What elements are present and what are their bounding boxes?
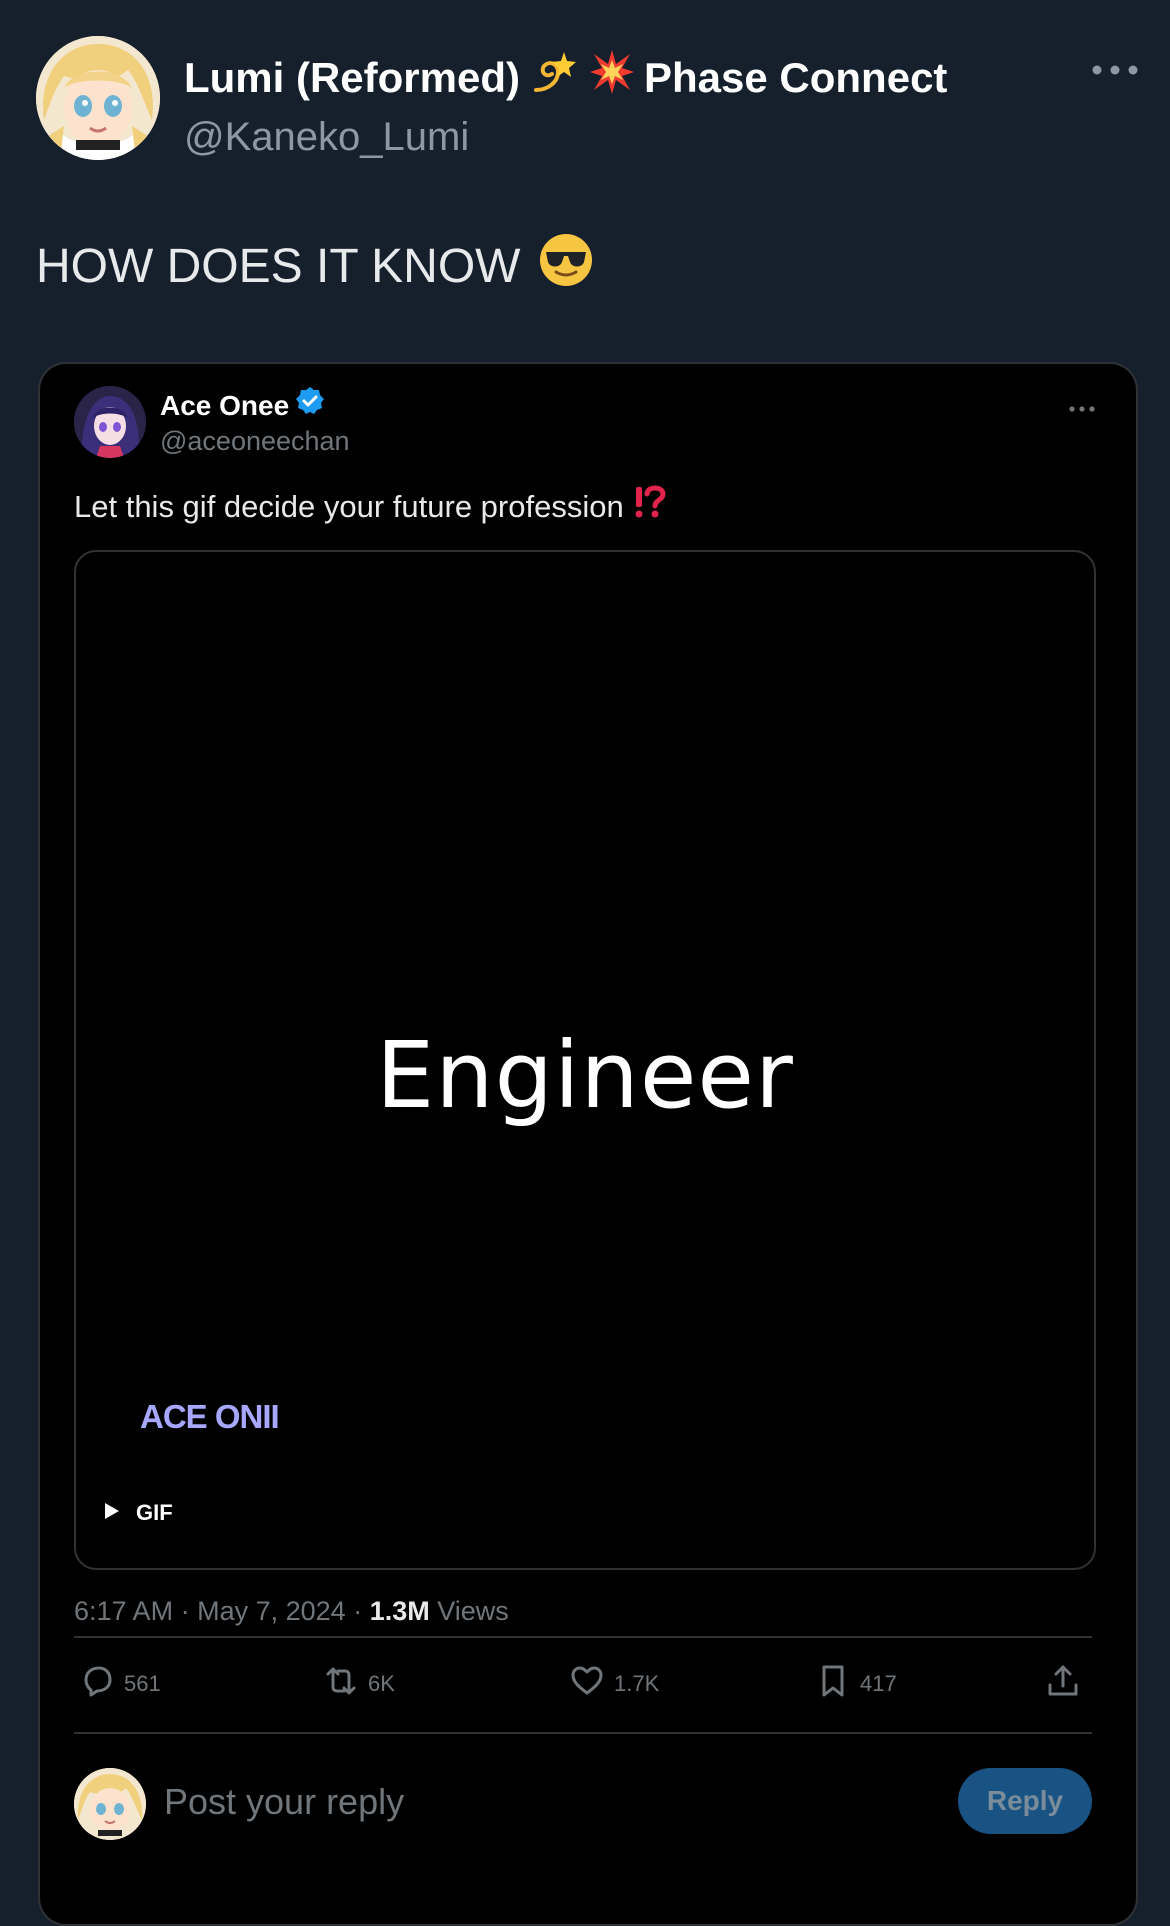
like-icon: [568, 1662, 606, 1706]
verified-badge-icon: [295, 386, 325, 425]
divider: [74, 1636, 1092, 1638]
like-count: 1.7K: [614, 1671, 660, 1696]
repost-count: 6K: [368, 1671, 395, 1696]
repost-action[interactable]: 6K: [322, 1646, 395, 1722]
divider: [74, 1732, 1092, 1734]
metadata-separator: ·: [180, 1596, 198, 1626]
dizzy-emoji: [528, 46, 580, 110]
reply-count: 561: [124, 1671, 161, 1696]
bookmark-action[interactable]: 417: [814, 1646, 897, 1722]
quoted-author-name-text: Ace Onee: [160, 389, 290, 421]
gif-media[interactable]: Engineer ACE ONII GIF: [74, 550, 1096, 1570]
repost-icon: [322, 1662, 360, 1706]
reply-composer: Post your reply Reply: [74, 1760, 1092, 1850]
gif-play-badge[interactable]: GIF: [104, 1500, 173, 1526]
author-display-name[interactable]: Lumi (Reformed) Phase Connect: [184, 46, 947, 110]
post-text: HOW DOES IT KNOW: [36, 232, 594, 300]
quoted-author-name[interactable]: Ace Onee: [160, 386, 325, 425]
display-name-suffix: Phase Connect: [644, 54, 948, 101]
views-count: 1.3M: [369, 1596, 430, 1626]
more-icon[interactable]: [1091, 58, 1139, 82]
author-avatar[interactable]: [36, 36, 160, 160]
exclamation-question-mark-emoji: [632, 484, 666, 530]
quoted-author-handle[interactable]: @aceoneechan: [160, 424, 350, 458]
share-icon: [1044, 1662, 1082, 1706]
gif-text: Engineer: [376, 1022, 794, 1129]
current-user-avatar[interactable]: [74, 1768, 146, 1840]
post-date[interactable]: May 7, 2024: [197, 1596, 346, 1626]
reply-button[interactable]: Reply: [958, 1768, 1092, 1834]
action-bar: 561 6K 1.7K 417: [74, 1646, 1092, 1722]
post-time[interactable]: 6:17 AM: [74, 1596, 173, 1626]
reply-action[interactable]: 561: [78, 1646, 161, 1722]
quoted-post-text-content: Let this gif decide your future professi…: [74, 489, 624, 524]
reply-icon: [78, 1662, 116, 1706]
metadata-separator: ·: [353, 1596, 370, 1626]
quoted-post-text: Let this gif decide your future professi…: [74, 484, 666, 530]
play-icon: [104, 1500, 120, 1526]
author-handle[interactable]: @Kaneko_Lumi: [184, 112, 947, 162]
post-text-content: HOW DOES IT KNOW: [36, 239, 521, 293]
display-name-text: Lumi (Reformed): [184, 54, 520, 101]
like-action[interactable]: 1.7K: [568, 1646, 659, 1722]
share-action[interactable]: [1044, 1646, 1082, 1722]
quoted-more-icon[interactable]: [1068, 402, 1096, 414]
collision-emoji: [588, 48, 636, 108]
views-label: Views: [437, 1596, 509, 1626]
post-header: Lumi (Reformed) Phase Connect @Kaneko_Lu…: [36, 36, 1139, 162]
quoted-post-card[interactable]: Ace Onee @aceoneechan Let this gif decid…: [38, 362, 1138, 1926]
gif-badge-label: GIF: [136, 1500, 173, 1525]
bookmark-icon: [814, 1662, 852, 1706]
post-metadata: 6:17 AM · May 7, 2024 · 1.3M Views: [74, 1596, 509, 1627]
sunglasses-emoji: [538, 232, 594, 300]
bookmark-count: 417: [860, 1671, 897, 1696]
reply-input[interactable]: Post your reply: [164, 1781, 404, 1823]
quoted-author-avatar[interactable]: [74, 386, 146, 458]
gif-watermark: ACE ONII: [140, 1398, 280, 1435]
